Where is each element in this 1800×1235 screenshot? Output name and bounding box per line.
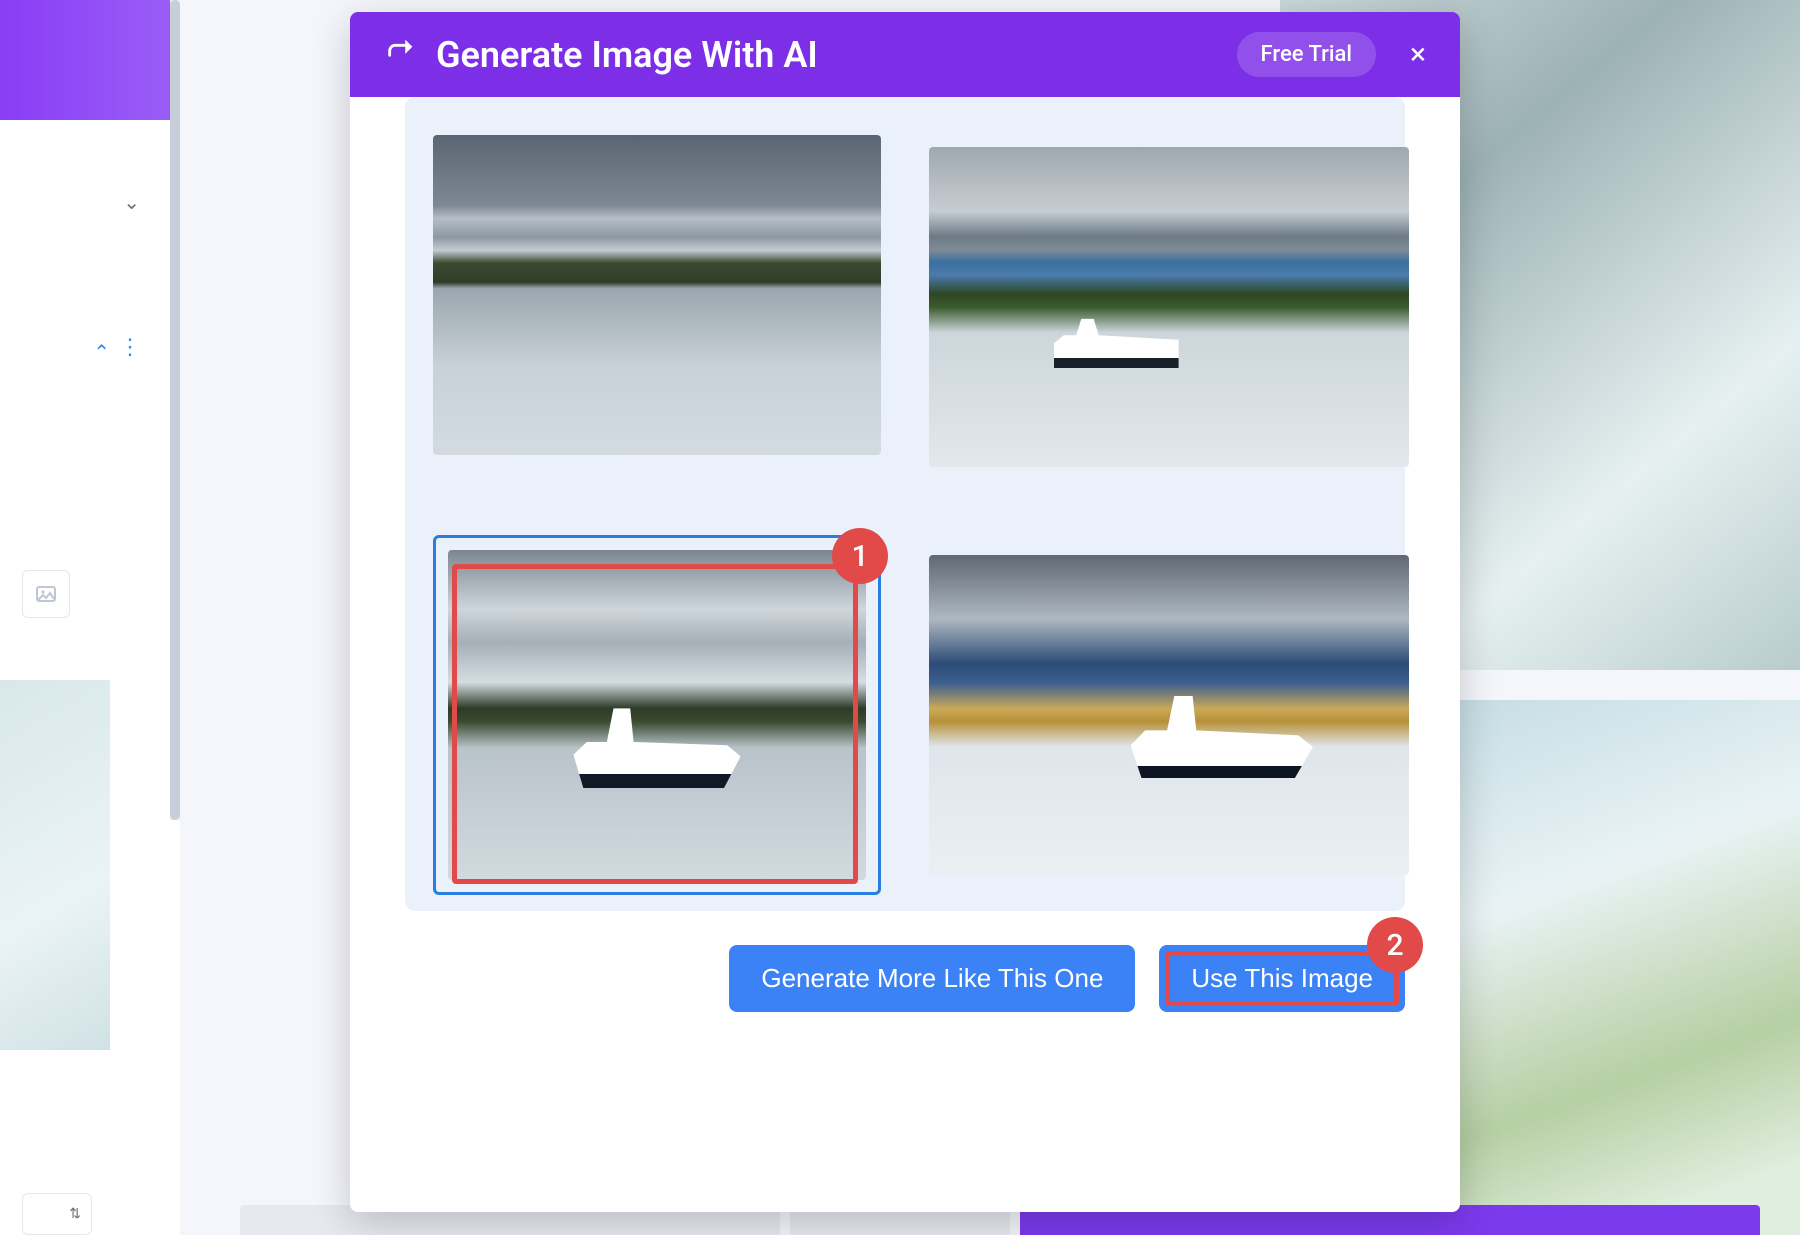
modal-body: 1 Generate More Like This One Use This I… (350, 97, 1460, 1212)
image-placeholder-icon[interactable] (22, 570, 70, 618)
scrollbar-thumb[interactable] (170, 0, 180, 820)
sidebar-dropdown[interactable]: ⇅ (22, 1193, 92, 1235)
results-grid: 1 (433, 127, 1377, 871)
modal-title: Generate Image With AI (436, 34, 1219, 76)
chevron-up-icon[interactable]: ⌃ (93, 340, 110, 364)
sidebar-thumbnail (0, 680, 110, 1050)
ai-image-modal: Generate Image With AI Free Trial × 1 (350, 12, 1460, 1212)
results-panel: 1 (405, 97, 1405, 911)
app-topbar-fragment (0, 0, 180, 120)
use-image-wrapper: Use This Image 2 (1159, 945, 1405, 1012)
annotation-badge-2: 2 (1367, 917, 1423, 973)
close-icon[interactable]: × (1410, 40, 1426, 70)
left-sidebar-fragment: ⌄ ⌃ ⋮ ⇅ (0, 120, 180, 1235)
modal-actions: Generate More Like This One Use This Ima… (405, 911, 1405, 1012)
scrollbar[interactable] (170, 0, 180, 820)
free-trial-badge[interactable]: Free Trial (1237, 32, 1376, 77)
back-icon[interactable] (384, 34, 418, 76)
annotation-badge-1: 1 (832, 528, 888, 584)
result-image-4[interactable] (929, 535, 1409, 895)
chevron-down-icon[interactable]: ⌄ (123, 190, 140, 214)
sort-icon: ⇅ (69, 1206, 81, 1222)
result-image-3[interactable]: 1 (433, 535, 881, 895)
result-image-1[interactable] (433, 127, 881, 463)
kebab-menu-icon[interactable]: ⋮ (119, 335, 142, 360)
modal-header: Generate Image With AI Free Trial × (350, 12, 1460, 97)
generate-more-button[interactable]: Generate More Like This One (729, 945, 1135, 1012)
selected-image-frame: 1 (433, 535, 881, 895)
result-image-2[interactable] (929, 127, 1409, 487)
